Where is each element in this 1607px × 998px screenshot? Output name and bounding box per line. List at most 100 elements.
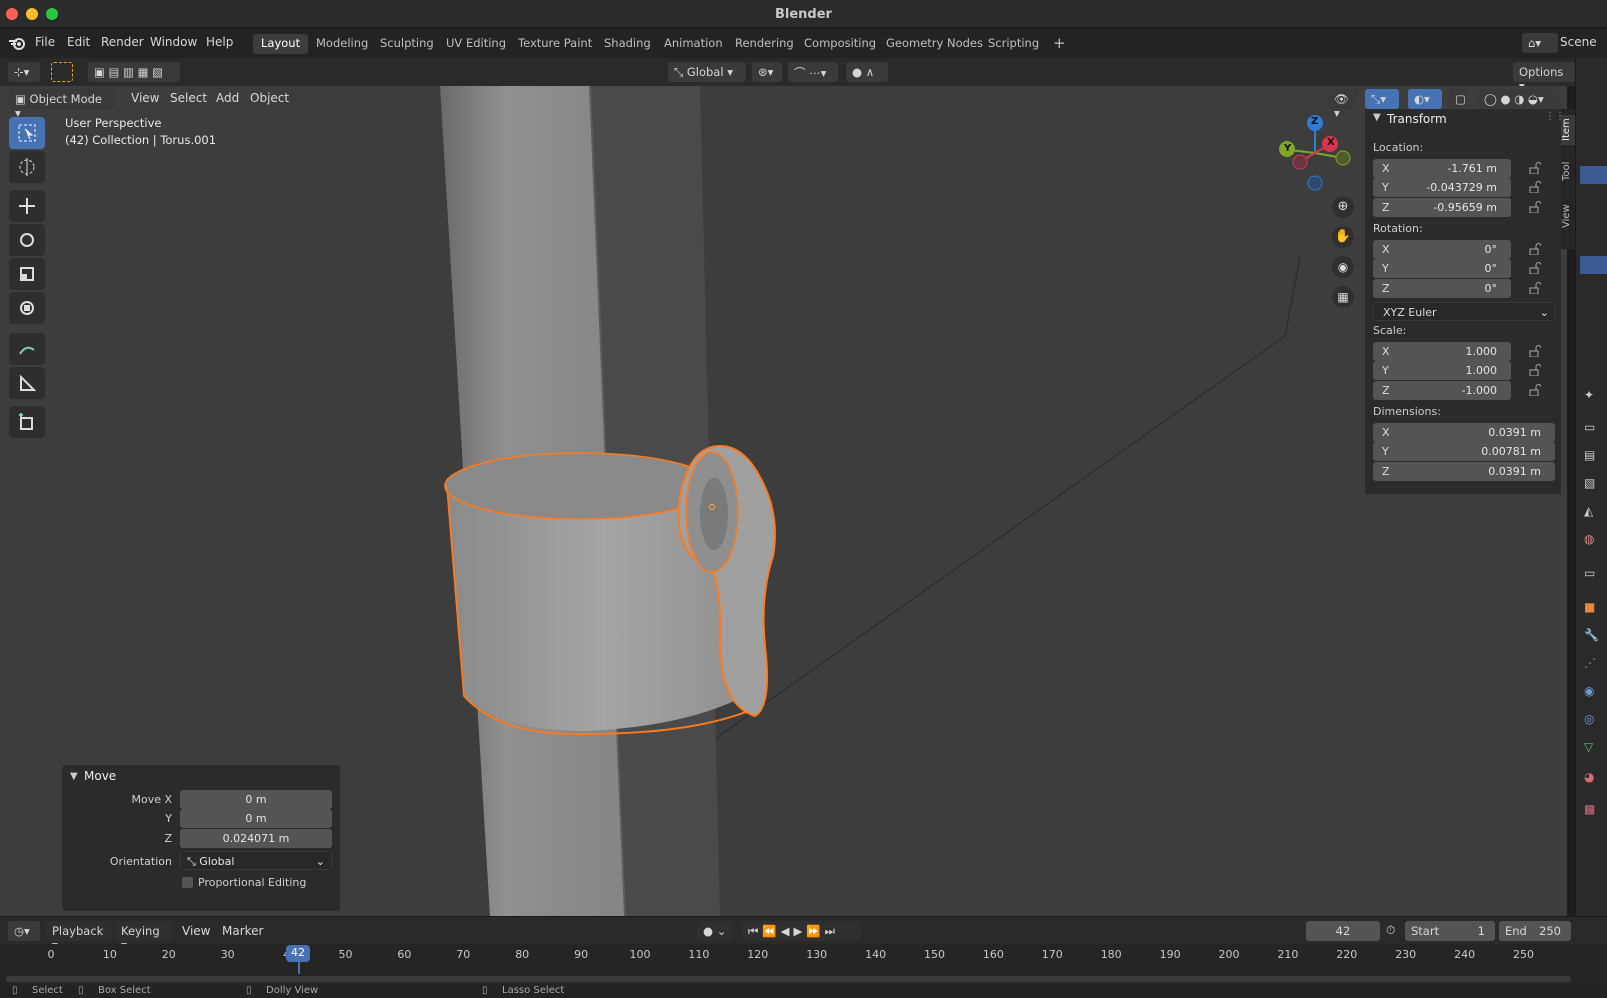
dimensions-z-field[interactable]: Z 0.0391 m (1373, 462, 1555, 481)
viewport-menu-view[interactable]: View (131, 91, 159, 105)
particles-icon[interactable]: ⋰ (1584, 656, 1596, 670)
menu-file[interactable]: File (35, 35, 55, 49)
measure-tool-icon[interactable] (9, 367, 45, 399)
collapse-arrow-icon[interactable]: ▼ (70, 771, 78, 782)
tab-rendering[interactable]: Rendering (727, 34, 802, 54)
select-box-tool-icon[interactable] (9, 117, 45, 149)
tab-item[interactable]: Item (1561, 115, 1575, 145)
tab-tool[interactable]: Tool (1561, 157, 1575, 185)
selection-mode-icons[interactable]: ▣ ▤ ▥ ▦ ▧ (88, 62, 180, 82)
proportional-edit-icon[interactable]: ● ∧ (846, 62, 888, 82)
scene-selector-icon[interactable]: ⌂▾ (1522, 33, 1558, 53)
start-frame-field[interactable]: Start 1 (1405, 921, 1495, 941)
stopwatch-icon[interactable]: ⏱ (1386, 923, 1395, 938)
rotation-y-field[interactable]: Y 0° (1373, 259, 1511, 278)
tab-texture-paint[interactable]: Texture Paint (510, 34, 600, 54)
dimensions-y-field[interactable]: Y 0.00781 m (1373, 442, 1555, 461)
timeline-menu-view[interactable]: View (182, 924, 210, 938)
select-tool-icon[interactable] (51, 62, 73, 82)
tab-scripting[interactable]: Scripting (980, 34, 1047, 54)
lock-icon[interactable] (1529, 345, 1541, 357)
visibility-icon[interactable]: 👁▾ (1328, 89, 1358, 120)
tab-shading[interactable]: Shading (596, 34, 659, 54)
menu-render[interactable]: Render (101, 35, 144, 49)
tab-sculpting[interactable]: Sculpting (372, 34, 442, 54)
scale-x-field[interactable]: X 1.000 (1373, 342, 1511, 361)
tab-geometry-nodes[interactable]: Geometry Nodes (878, 34, 991, 54)
grid-view-icon[interactable]: ▦ (1332, 286, 1354, 308)
collection-properties-icon[interactable]: ▭ (1584, 566, 1595, 580)
render-properties-icon[interactable]: ▭ (1584, 420, 1595, 434)
move-y-field[interactable]: 0 m (180, 809, 332, 828)
transform-tool-icon[interactable] (9, 292, 45, 324)
add-cube-tool-icon[interactable] (9, 406, 45, 438)
camera-icon[interactable]: ◉ (1332, 256, 1354, 278)
constraints-icon[interactable]: ◎ (1584, 712, 1594, 726)
scale-y-field[interactable]: Y 1.000 (1373, 361, 1511, 380)
cursor-tool-icon[interactable] (9, 151, 45, 183)
tool-properties-icon[interactable]: ✦ (1584, 388, 1594, 402)
tab-uv-editing[interactable]: UV Editing (438, 34, 514, 54)
lock-icon[interactable] (1529, 243, 1541, 255)
record-icon[interactable]: ● ⌄ (697, 921, 733, 941)
orientation-dropdown[interactable]: ⤡ Global ⌄ (180, 851, 332, 870)
pivot-point-icon[interactable]: ⊛▾ (752, 62, 782, 82)
scale-z-field[interactable]: Z -1.000 (1373, 381, 1511, 400)
transform-section-title[interactable]: Transform (1387, 112, 1447, 126)
scene-properties-icon[interactable]: ◭ (1584, 504, 1593, 518)
timeline-ruler[interactable]: 0102030450607080901001101201301401501601… (0, 944, 1607, 986)
annotate-tool-icon[interactable] (9, 333, 45, 365)
xray-icon[interactable]: ▢ (1449, 89, 1467, 109)
timeline-scrollbar[interactable] (6, 976, 1571, 982)
output-properties-icon[interactable]: ▤ (1584, 448, 1595, 462)
outliner-selected-row[interactable] (1580, 166, 1607, 184)
rotation-z-field[interactable]: Z 0° (1373, 279, 1511, 298)
menu-help[interactable]: Help (206, 35, 233, 49)
add-workspace-icon[interactable]: + (1045, 32, 1074, 52)
snap-icon[interactable]: ⌒ ⋯▾ (788, 62, 838, 82)
tab-view[interactable]: View (1561, 201, 1575, 231)
timeline-editor-type-icon[interactable]: ◷▾ (8, 921, 40, 941)
overlays-toggle-icon[interactable]: ◐▾ (1408, 89, 1442, 109)
scale-tool-icon[interactable] (9, 258, 45, 290)
lock-icon[interactable] (1529, 181, 1541, 193)
playback-menu[interactable]: Playback ▾ (46, 921, 112, 952)
proportional-editing-checkbox[interactable] (182, 877, 193, 888)
rotate-tool-icon[interactable] (9, 224, 45, 256)
location-x-field[interactable]: X -1.761 m (1373, 159, 1511, 178)
move-z-field[interactable]: 0.024071 m (180, 829, 332, 848)
physics-icon[interactable]: ◉ (1584, 684, 1594, 698)
viewport-menu-select[interactable]: Select (170, 91, 207, 105)
texture-properties-icon[interactable]: ▩ (1584, 802, 1595, 816)
end-frame-field[interactable]: End 250 (1499, 921, 1571, 941)
gizmo-z-label[interactable]: Z (1311, 116, 1318, 127)
material-properties-icon[interactable]: ◕ (1584, 770, 1594, 784)
gizmo-y-label[interactable]: Y (1284, 143, 1291, 154)
location-y-field[interactable]: Y -0.043729 m (1373, 178, 1511, 197)
move-x-field[interactable]: 0 m (180, 790, 332, 809)
lock-icon[interactable] (1529, 162, 1541, 174)
move-panel-title[interactable]: Move (84, 769, 116, 783)
gizmo-x-label[interactable]: X (1327, 137, 1335, 148)
options-dropdown[interactable]: Options ▾ (1513, 62, 1575, 93)
viewport-menu-object[interactable]: Object (250, 91, 289, 105)
lock-icon[interactable] (1529, 262, 1541, 274)
playback-controls-icons[interactable]: ⏮⏪◀▶⏩⏭ (742, 921, 862, 941)
menu-window[interactable]: Window (150, 35, 197, 49)
tab-modeling[interactable]: Modeling (308, 34, 376, 54)
lock-icon[interactable] (1529, 201, 1541, 213)
outliner-selected-row[interactable] (1580, 256, 1607, 274)
location-z-field[interactable]: Z -0.95659 m (1373, 198, 1511, 217)
modifier-properties-icon[interactable]: 🔧 (1584, 628, 1599, 642)
move-tool-icon[interactable] (9, 190, 45, 222)
tab-animation[interactable]: Animation (656, 34, 731, 54)
lock-icon[interactable] (1529, 364, 1541, 376)
rotation-mode-dropdown[interactable]: XYZ Euler ⌄ (1373, 302, 1555, 321)
data-properties-icon[interactable]: ▽ (1584, 740, 1593, 754)
menu-edit[interactable]: Edit (67, 35, 90, 49)
transform-orientation-dropdown[interactable]: ⤡ Global ▾ (668, 62, 746, 82)
shading-mode-icons[interactable]: ◯ ● ◑ ◒▾ (1478, 89, 1560, 109)
gizmo-toggle-icon[interactable]: ⤡▾ (1365, 89, 1399, 109)
lock-icon[interactable] (1529, 384, 1541, 396)
timeline-menu-marker[interactable]: Marker (222, 924, 263, 938)
